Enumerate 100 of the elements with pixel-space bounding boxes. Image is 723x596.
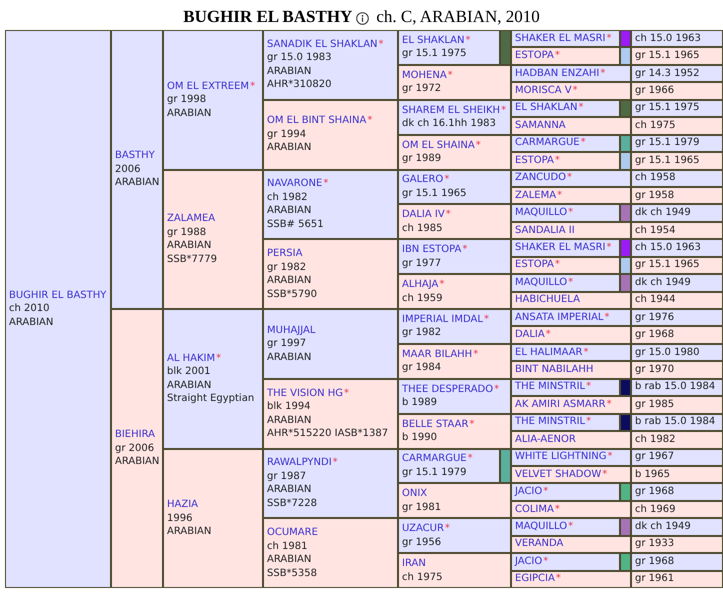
horse-name-link[interactable]: BIEHIRA <box>115 428 159 442</box>
horse-name-link[interactable]: MAQUILLO* <box>515 276 574 290</box>
horse-name-link[interactable]: JACIO* <box>515 485 548 500</box>
horse-detail: gr 15.1 1979 <box>635 136 700 150</box>
horse-name-link[interactable]: BINT NABILAHH <box>515 363 594 378</box>
horse-name-link[interactable]: AK AMIRI ASMARR* <box>515 398 612 412</box>
horse-name-link[interactable]: ESTOPA* <box>515 49 560 64</box>
horse-detail: gr 1961 <box>635 572 674 586</box>
horse-detail: ARABIAN <box>267 350 312 364</box>
horse-name-link[interactable]: THEE DESPERADO* <box>402 382 507 396</box>
horse-name-link[interactable]: IRAN <box>402 557 507 571</box>
horse-name-link[interactable]: DALIA* <box>515 328 551 342</box>
horse-name-link[interactable]: NAVARONE* <box>267 177 394 191</box>
horse-detail: ch 1981 <box>267 540 308 554</box>
horse-detail: ch 1982 <box>267 190 308 204</box>
horse-name-link[interactable]: BELLE STAAR* <box>402 418 507 432</box>
horse-name-link[interactable]: AL HAKIM* <box>167 352 259 366</box>
horse-name-link[interactable]: IMPERIAL IMDAL* <box>402 312 507 326</box>
horse-name-link[interactable]: BASTHY <box>115 149 159 163</box>
horse-name-link[interactable]: MOHENA* <box>402 68 507 82</box>
horse-name-link[interactable]: MAQUILLO* <box>515 520 574 534</box>
horse-detail: gr 1966 <box>635 84 674 98</box>
horse-detail: gr 15.1 1979 <box>402 466 468 480</box>
horse-name-link[interactable]: VERANDA <box>515 537 564 552</box>
horse-name-link[interactable]: ZANCUDO* <box>515 171 572 186</box>
horse-name-link[interactable]: EL SHAKLAN* <box>402 34 496 48</box>
horse-name-link[interactable]: SHAKER EL MASRI* <box>515 240 612 255</box>
horse-detail: dk ch 16.1hh 1983 <box>402 117 497 131</box>
horse-name-link[interactable]: ALHAJA* <box>402 278 507 292</box>
horse-name-link[interactable]: SAMANNA <box>515 118 566 133</box>
horse-detail: gr 1982 <box>267 260 308 274</box>
horse-detail: ch 15.0 1963 <box>635 32 701 46</box>
horse-name-link[interactable]: ZALAMEA <box>167 212 259 226</box>
horse-name-link[interactable]: MUHAJJAL <box>267 324 394 338</box>
horse-name-link[interactable]: ESTOPA* <box>515 154 560 168</box>
horse-name-link[interactable]: IBN ESTOPA* <box>402 243 507 257</box>
horse-detail: ch 2010 <box>9 302 50 316</box>
horse-detail: gr 15.1 1975 <box>635 101 700 116</box>
horse-name-link[interactable]: SHAREM EL SHEIKH* <box>402 104 507 118</box>
horse-detail: SSB*7228 <box>267 496 318 510</box>
horse-detail: gr 1981 <box>402 500 442 514</box>
horse-detail: gr 1968 <box>635 328 674 342</box>
horse-name-link[interactable]: EL SHAKLAN* <box>515 101 584 116</box>
horse-detail: SSB*5790 <box>267 288 318 302</box>
horse-name-link[interactable]: MORISCA V* <box>515 84 578 98</box>
horse-name-link[interactable]: ESTOPA* <box>515 258 560 272</box>
horse-detail: ARABIAN <box>267 274 312 288</box>
horse-name-link[interactable]: SANDALIA II <box>515 224 575 238</box>
horse-name-link[interactable]: CARMARGUE* <box>515 136 586 150</box>
horse-name-link[interactable]: PERSIA <box>267 247 394 261</box>
horse-detail: ARABIAN <box>267 414 312 428</box>
horse-name-link[interactable]: OM EL SHAINA* <box>402 138 507 152</box>
horse-name-link[interactable]: WHITE LIGHTNING* <box>515 450 613 464</box>
horse-name-link[interactable]: HADBAN ENZAHI* <box>515 66 606 81</box>
horse-name-link[interactable]: GALERO* <box>402 173 507 187</box>
horse-name-link[interactable]: COLIMA* <box>515 502 560 517</box>
horse-detail: 1996 <box>167 512 194 525</box>
horse-name-link[interactable]: OM EL EXTREEM* <box>167 80 259 93</box>
horse-name-link[interactable]: THE MINSTRIL* <box>515 380 592 394</box>
horse-detail: Straight Egyptian <box>167 392 256 406</box>
horse-detail: ch 1944 <box>635 293 676 308</box>
horse-detail: gr 15.1 1965 <box>635 49 700 64</box>
horse-name-link[interactable]: ALIA-AENOR <box>515 432 576 447</box>
horse-detail: dk ch 1949 <box>635 520 691 534</box>
horse-detail: gr 1985 <box>635 398 674 412</box>
horse-detail: AHR*515220 IASB*1387 <box>267 427 390 441</box>
horse-detail: gr 1988 <box>167 226 208 240</box>
horse-name-link[interactable]: ONIX <box>402 487 507 501</box>
horse-detail: ARABIAN <box>9 316 54 330</box>
horse-detail: ARABIAN <box>267 64 312 78</box>
horse-name-link[interactable]: DALIA IV* <box>402 208 507 222</box>
horse-detail: gr 1982 <box>402 326 442 340</box>
horse-name-link[interactable]: HAZIA <box>167 498 259 512</box>
horse-name-link[interactable]: MAAR BILAHH* <box>402 348 507 362</box>
horse-detail: gr 15.1 1965 <box>635 258 700 272</box>
horse-name-link[interactable]: BUGHIR EL BASTHY <box>9 288 107 302</box>
horse-detail: gr 15.0 1983 <box>267 51 333 65</box>
horse-name-link[interactable]: THE MINSTRIL* <box>515 415 592 430</box>
horse-name-link[interactable]: OCUMARE <box>267 526 394 540</box>
horse-name-link[interactable]: OM EL BINT SHAINA* <box>267 114 394 128</box>
info-icon[interactable] <box>356 12 370 24</box>
horse-name-link[interactable]: THE VISION HG* <box>267 386 394 400</box>
horse-detail: gr 1956 <box>402 536 442 550</box>
horse-detail: gr 1967 <box>635 450 674 464</box>
horse-name-link[interactable]: EGIPCIA* <box>515 572 561 586</box>
horse-detail: gr 1968 <box>635 485 674 500</box>
horse-detail: SSB*7779 <box>167 252 218 266</box>
horse-name-link[interactable]: UZACUR* <box>402 522 507 536</box>
horse-name-link[interactable]: JACIO* <box>515 554 548 569</box>
horse-detail: SSB# 5651 <box>267 218 325 232</box>
horse-name-link[interactable]: ZALEMA* <box>515 188 562 203</box>
horse-name-link[interactable]: SANADIK EL SHAKLAN* <box>267 38 394 52</box>
horse-name-link[interactable]: SHAKER EL MASRI* <box>515 32 612 46</box>
horse-name-link[interactable]: MAQUILLO* <box>515 206 574 220</box>
horse-name-link[interactable]: CARMARGUE* <box>402 452 496 466</box>
horse-name-link[interactable]: RAWALPYNDI* <box>267 456 394 470</box>
horse-name-link[interactable]: VELVET SHADOW* <box>515 468 608 482</box>
horse-name-link[interactable]: HABICHUELA <box>515 293 580 308</box>
horse-name-link[interactable]: EL HALIMAAR* <box>515 346 588 360</box>
horse-name-link[interactable]: ANSATA IMPERIAL* <box>515 310 610 325</box>
